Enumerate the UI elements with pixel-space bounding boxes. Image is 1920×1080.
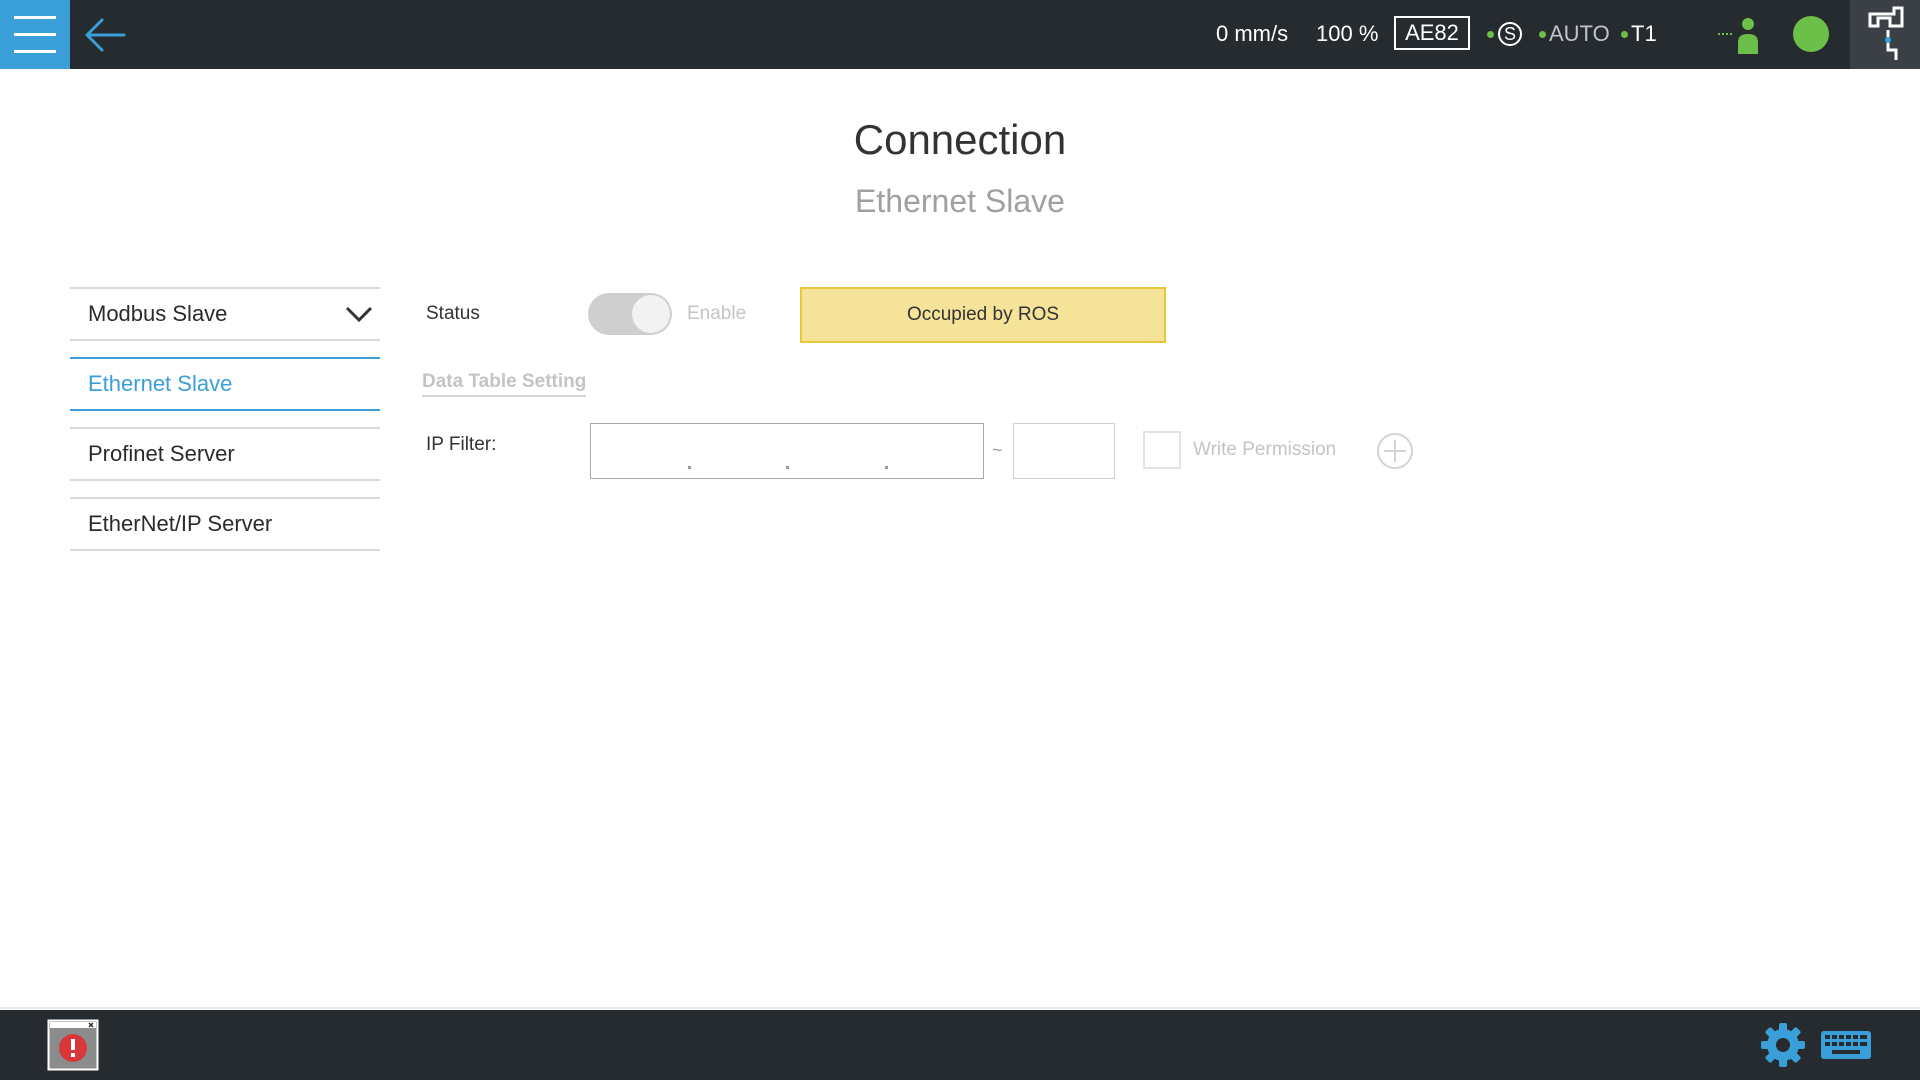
chevron-down-icon: [345, 306, 373, 323]
override-readout: 100 %: [1316, 21, 1379, 46]
enable-toggle[interactable]: [588, 293, 672, 335]
bottom-divider: [0, 1007, 1920, 1009]
sidebar-item-ethernet-slave[interactable]: Ethernet Slave: [70, 357, 380, 411]
ip-separator-dot: [786, 466, 789, 469]
write-permission-label: Write Permission: [1193, 439, 1337, 460]
alarm-icon[interactable]: [47, 1019, 99, 1071]
occupied-banner: Occupied by ROS: [800, 287, 1166, 343]
sidebar-item-label: Ethernet Slave: [88, 371, 233, 396]
auto-dot-icon: [1539, 31, 1546, 38]
sidebar-item-label: Modbus Slave: [88, 301, 228, 326]
enable-label: Enable: [687, 303, 747, 324]
bottom-bar: [0, 1010, 1920, 1080]
operation-mode: T1: [1631, 21, 1657, 46]
tool-button[interactable]: [1850, 0, 1920, 69]
ip-separator-dot: [885, 466, 888, 469]
mode-auto: AUTO: [1549, 21, 1610, 46]
speed-readout: 0 mm/s: [1216, 21, 1289, 46]
menu-button[interactable]: [0, 0, 70, 69]
sidebar-item-ethernetip-server[interactable]: EtherNet/IP Server: [70, 497, 380, 551]
range-separator: ~: [992, 440, 1003, 460]
sidebar-item-label: Profinet Server: [88, 441, 235, 466]
write-permission-checkbox[interactable]: [1143, 431, 1181, 469]
robot-id-badge[interactable]: AE82: [1394, 16, 1470, 50]
data-table-setting-heading: Data Table Setting: [422, 371, 587, 397]
tool-icon: [1868, 6, 1904, 60]
status-label: Status: [426, 303, 480, 324]
ip-filter-label: IP Filter:: [426, 434, 497, 455]
page-title: Connection: [853, 116, 1067, 163]
status-light-icon[interactable]: [1793, 16, 1829, 52]
sidebar-item-modbus-slave[interactable]: Modbus Slave: [70, 287, 380, 341]
ip-separator-dot: [688, 466, 691, 469]
ip-range-end-input[interactable]: [1013, 423, 1115, 479]
t1-dot-icon: [1621, 31, 1628, 38]
back-arrow-icon[interactable]: [80, 12, 130, 58]
page-subtitle: Ethernet Slave: [855, 183, 1065, 219]
ip-address-input[interactable]: [590, 423, 984, 479]
settings-gear-icon[interactable]: [1760, 1022, 1806, 1068]
toggle-knob: [632, 295, 670, 333]
top-bar: 0 mm/s 100 % AE82 S AUTO T1: [0, 0, 1920, 69]
safety-icon: S: [1498, 22, 1522, 46]
sidebar-item-label: EtherNet/IP Server: [88, 511, 273, 536]
keyboard-icon[interactable]: [1820, 1030, 1872, 1060]
add-circle-icon[interactable]: [1376, 432, 1414, 470]
safety-dot-icon: [1487, 31, 1494, 38]
sidebar-item-profinet-server[interactable]: Profinet Server: [70, 427, 380, 481]
user-icon[interactable]: [1716, 16, 1758, 56]
